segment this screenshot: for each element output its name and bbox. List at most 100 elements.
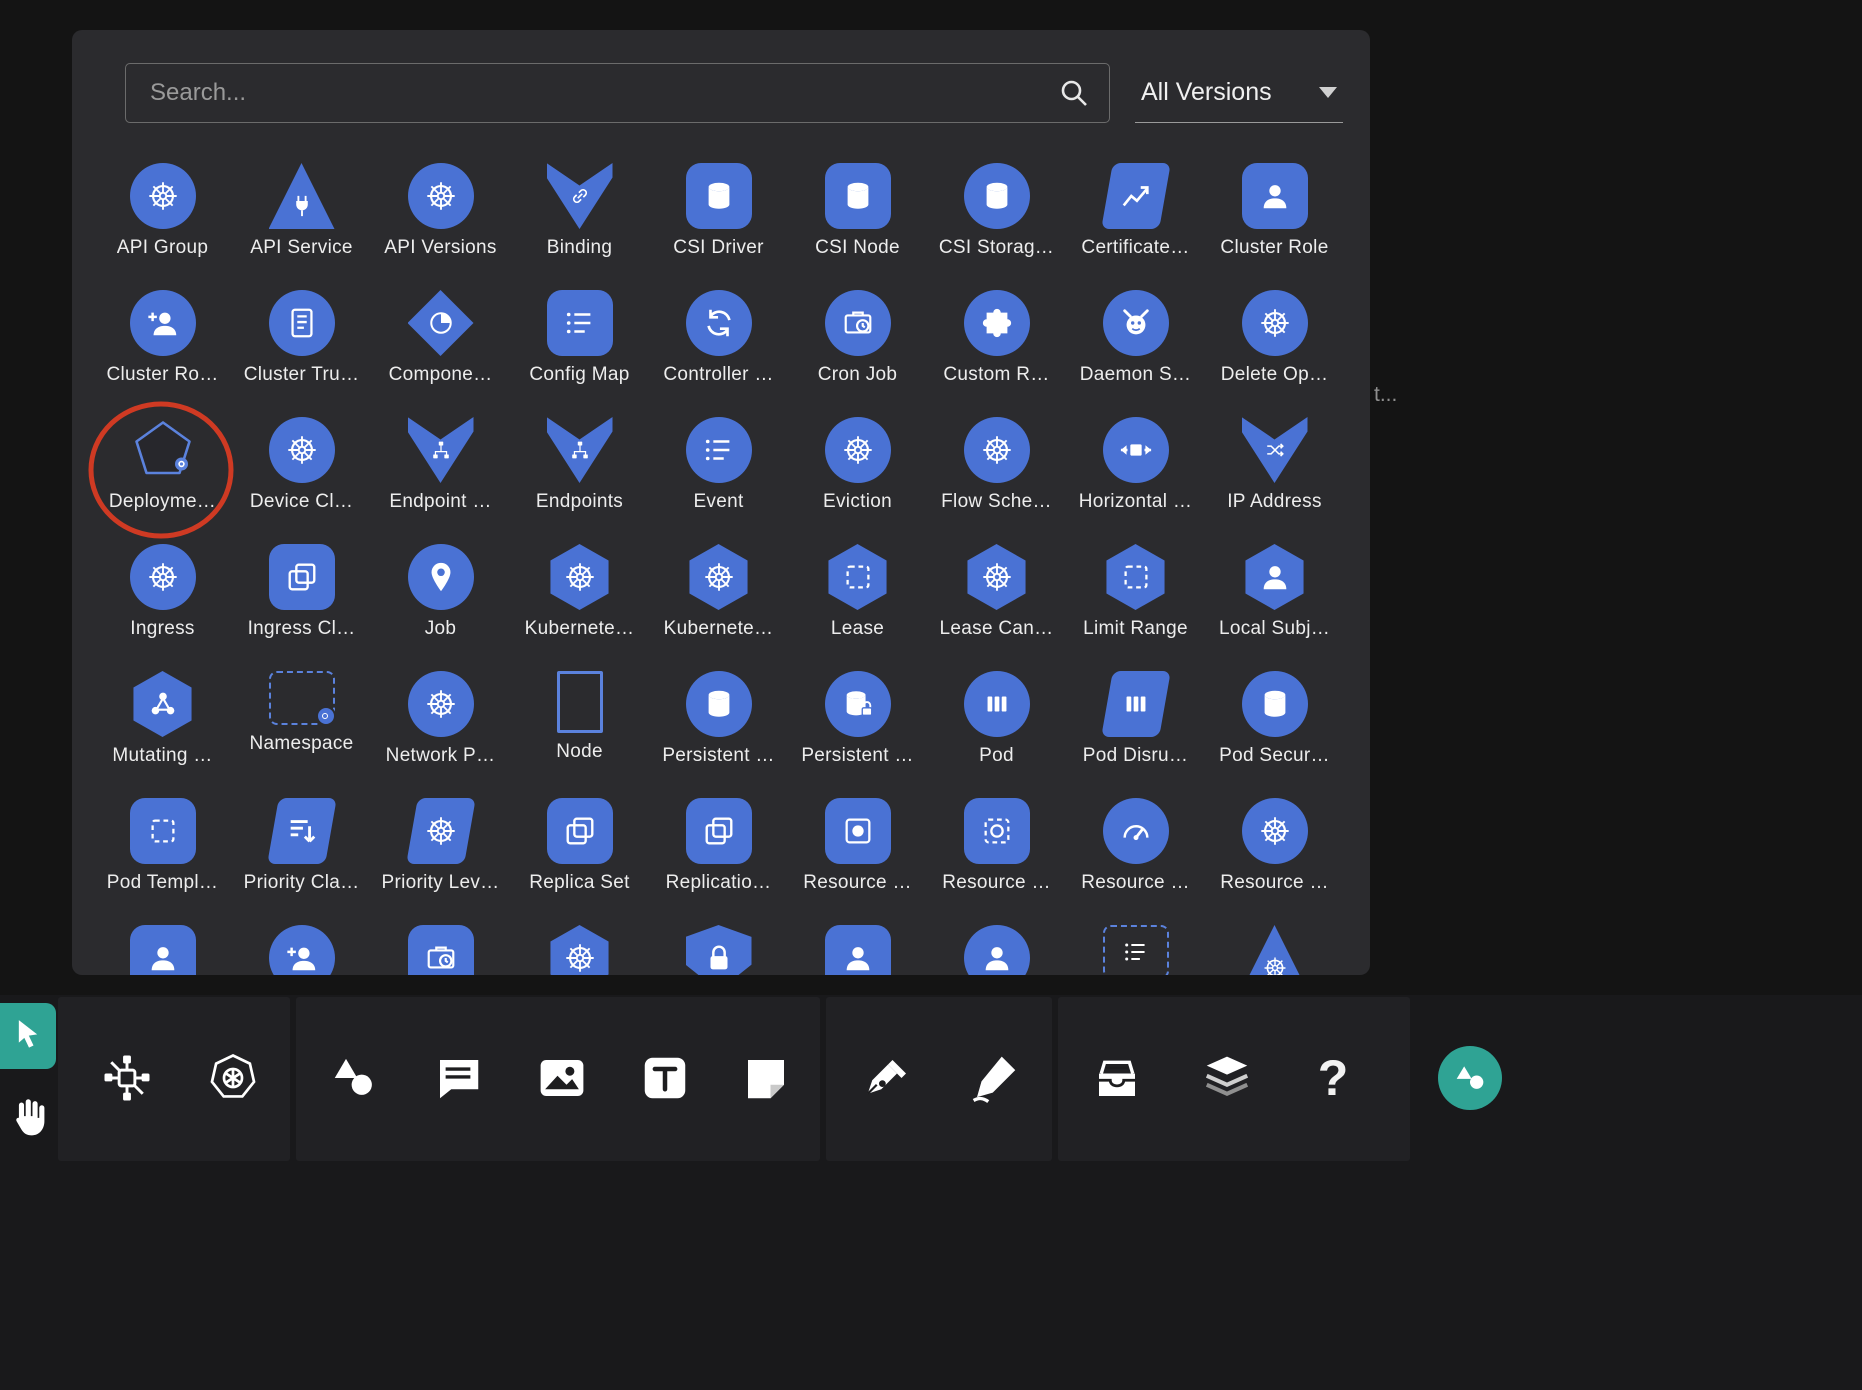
- library-item-partial-58[interactable]: [649, 920, 788, 975]
- library-item-resource[interactable]: Resource …: [927, 793, 1066, 920]
- library-item-api-group[interactable]: API Group: [93, 158, 232, 285]
- image-tool-button[interactable]: [532, 1048, 592, 1108]
- library-item-label: Local Subj…: [1219, 618, 1330, 640]
- library-item-binding[interactable]: Binding: [510, 158, 649, 285]
- library-item-delete-op[interactable]: Delete Op…: [1205, 285, 1344, 412]
- library-item-partial-60[interactable]: [927, 920, 1066, 975]
- library-item-network-p[interactable]: Network P…: [371, 666, 510, 793]
- library-item-eviction[interactable]: Eviction: [788, 412, 927, 539]
- library-item-endpoints[interactable]: Endpoints: [510, 412, 649, 539]
- library-item-horizontal[interactable]: Horizontal …: [1066, 412, 1205, 539]
- library-item-node[interactable]: Node: [510, 666, 649, 793]
- library-item-endpoint[interactable]: Endpoint …: [371, 412, 510, 539]
- library-item-partial-54[interactable]: [93, 920, 232, 975]
- api-service-icon: [269, 163, 335, 229]
- library-item-partial-55[interactable]: [232, 920, 371, 975]
- library-item-job[interactable]: Job: [371, 539, 510, 666]
- library-item-config-map[interactable]: Config Map: [510, 285, 649, 412]
- library-item-cluster-role[interactable]: Cluster Role: [1205, 158, 1344, 285]
- library-item-icon: [964, 925, 1030, 975]
- endpoint-icon: [408, 417, 474, 483]
- library-item-label: Compone…: [389, 364, 493, 386]
- library-item-cron-job[interactable]: Cron Job: [788, 285, 927, 412]
- library-item-limit-range[interactable]: Limit Range: [1066, 539, 1205, 666]
- horizontal-icon: [1103, 417, 1169, 483]
- library-item-csi-node[interactable]: CSI Node: [788, 158, 927, 285]
- archive-tool-button[interactable]: [1087, 1048, 1147, 1108]
- shapes-tool-button[interactable]: [325, 1048, 385, 1108]
- shape-picker-button[interactable]: [1438, 1046, 1502, 1110]
- library-item-pod[interactable]: Pod: [927, 666, 1066, 793]
- search-input[interactable]: [125, 63, 1110, 123]
- library-item-ip-address[interactable]: IP Address: [1205, 412, 1344, 539]
- library-item-kubernete[interactable]: Kubernete…: [649, 539, 788, 666]
- cluster-ro-icon: [130, 290, 196, 356]
- library-item-persistent[interactable]: Persistent …: [788, 666, 927, 793]
- library-item-priority-lev[interactable]: Priority Lev…: [371, 793, 510, 920]
- library-item-api-service[interactable]: API Service: [232, 158, 371, 285]
- library-item-replica-set[interactable]: Replica Set: [510, 793, 649, 920]
- custom-r-icon: [964, 290, 1030, 356]
- library-item-mutating[interactable]: Mutating …: [93, 666, 232, 793]
- library-item-lease[interactable]: Lease: [788, 539, 927, 666]
- library-item-custom-r[interactable]: Custom R…: [927, 285, 1066, 412]
- pencil-tool-button[interactable]: [965, 1048, 1025, 1108]
- layers-tool-button[interactable]: [1197, 1048, 1257, 1108]
- library-item-flow-sche[interactable]: Flow Sche…: [927, 412, 1066, 539]
- library-item-event[interactable]: Event: [649, 412, 788, 539]
- hand-tool-button[interactable]: [2, 1086, 56, 1148]
- library-item-controller[interactable]: Controller …: [649, 285, 788, 412]
- library-item-label: Ingress Cl…: [248, 618, 356, 640]
- help-button[interactable]: ?: [1303, 1048, 1363, 1108]
- shapes-icon: [328, 1051, 382, 1105]
- kubernetes-tool-button[interactable]: [203, 1048, 263, 1108]
- library-item-kubernete[interactable]: Kubernete…: [510, 539, 649, 666]
- version-filter-dropdown[interactable]: All Versions: [1135, 63, 1343, 123]
- library-item-lease-can[interactable]: Lease Can…: [927, 539, 1066, 666]
- pen-tool-button[interactable]: [858, 1048, 918, 1108]
- library-item-pod-disru[interactable]: Pod Disru…: [1066, 666, 1205, 793]
- library-item-resource[interactable]: Resource …: [1066, 793, 1205, 920]
- library-item-deployme[interactable]: Deployme…: [93, 412, 232, 539]
- library-item-compone[interactable]: Compone…: [371, 285, 510, 412]
- comment-tool-button[interactable]: [428, 1048, 488, 1108]
- text-icon: [638, 1051, 692, 1105]
- library-item-resource[interactable]: Resource …: [1205, 793, 1344, 920]
- network-p-icon: [408, 671, 474, 737]
- text-tool-button[interactable]: [635, 1048, 695, 1108]
- diagram-tool-button[interactable]: [97, 1048, 157, 1108]
- library-item-device-cl[interactable]: Device Cl…: [232, 412, 371, 539]
- library-item-ingress-cl[interactable]: Ingress Cl…: [232, 539, 371, 666]
- library-item-icon: [1242, 925, 1308, 975]
- library-item-partial-61[interactable]: [1066, 920, 1205, 975]
- library-item-certificate[interactable]: Certificate…: [1066, 158, 1205, 285]
- library-item-resource[interactable]: Resource …: [788, 793, 927, 920]
- note-tool-button[interactable]: [736, 1048, 796, 1108]
- library-item-local-subj[interactable]: Local Subj…: [1205, 539, 1344, 666]
- library-item-partial-59[interactable]: [788, 920, 927, 975]
- select-tool-button[interactable]: [0, 1003, 56, 1069]
- library-item-daemon-s[interactable]: Daemon S…: [1066, 285, 1205, 412]
- library-item-priority-cla[interactable]: Priority Cla…: [232, 793, 371, 920]
- library-item-cluster-tru[interactable]: Cluster Tru…: [232, 285, 371, 412]
- library-item-partial-62[interactable]: [1205, 920, 1344, 975]
- library-item-replicatio[interactable]: Replicatio…: [649, 793, 788, 920]
- library-item-persistent[interactable]: Persistent …: [649, 666, 788, 793]
- library-item-namespace[interactable]: Namespace: [232, 666, 371, 793]
- csi-storag-icon: [964, 163, 1030, 229]
- library-item-icon: [547, 925, 613, 975]
- badge-icon: [316, 706, 336, 726]
- library-item-pod-secur[interactable]: Pod Secur…: [1205, 666, 1344, 793]
- library-item-csi-storag[interactable]: CSI Storag…: [927, 158, 1066, 285]
- csi-driver-icon: [686, 163, 752, 229]
- ingress-icon: [130, 544, 196, 610]
- library-item-partial-57[interactable]: [510, 920, 649, 975]
- library-item-ingress[interactable]: Ingress: [93, 539, 232, 666]
- library-item-csi-driver[interactable]: CSI Driver: [649, 158, 788, 285]
- hand-icon: [7, 1095, 51, 1139]
- library-item-label: Lease Can…: [940, 618, 1054, 640]
- library-item-cluster-ro[interactable]: Cluster Ro…: [93, 285, 232, 412]
- library-item-pod-templ[interactable]: Pod Templ…: [93, 793, 232, 920]
- library-item-api-versions[interactable]: API Versions: [371, 158, 510, 285]
- library-item-partial-56[interactable]: [371, 920, 510, 975]
